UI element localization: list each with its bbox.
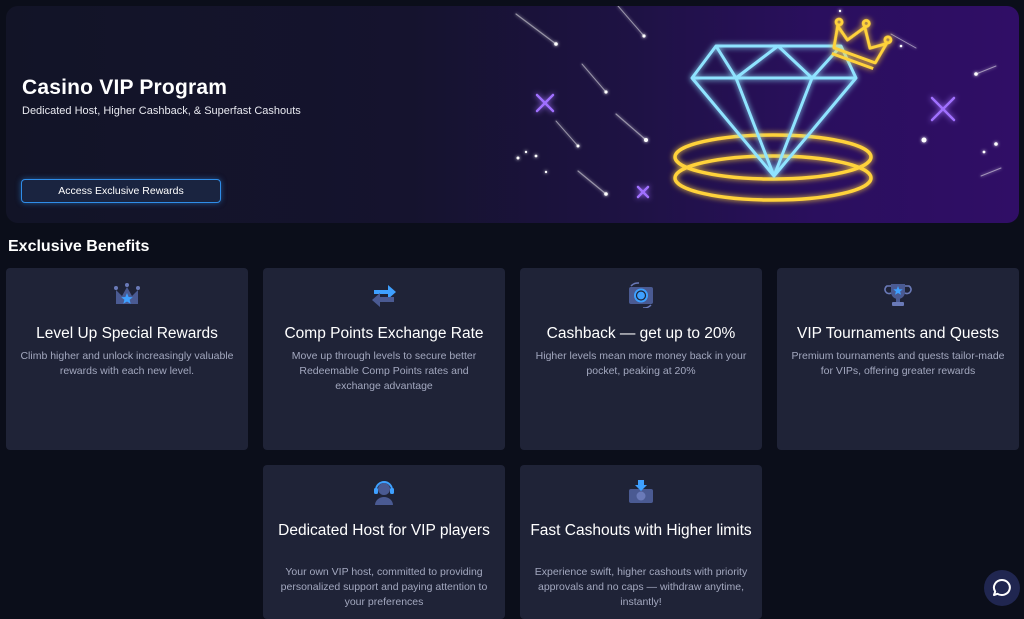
crown-star-icon xyxy=(114,283,140,304)
card-title: Fast Cashouts with Higher limits xyxy=(530,522,752,539)
vip-hero-banner: Casino VIP Program Dedicated Host, Highe… xyxy=(6,6,1019,223)
host-headset-icon xyxy=(374,481,394,505)
neon-diamond-crown-illustration xyxy=(515,6,1002,202)
card-description: Your own VIP host, committed to providin… xyxy=(280,566,488,608)
card-title: Level Up Special Rewards xyxy=(36,325,218,342)
card-description: Move up through levels to secure better … xyxy=(291,350,477,392)
card-title: VIP Tournaments and Quests xyxy=(797,325,999,342)
access-rewards-button[interactable]: Access Exclusive Rewards xyxy=(21,179,221,203)
card-description: Premium tournaments and quests tailor-ma… xyxy=(791,350,1005,377)
benefit-card-cashback: Cashback — get up to 20% Higher levels m… xyxy=(520,268,762,450)
card-description: Higher levels mean more money back in yo… xyxy=(535,350,747,377)
card-title: Dedicated Host for VIP players xyxy=(278,522,490,539)
card-title: Cashback — get up to 20% xyxy=(546,325,736,342)
benefit-card-fast-cashouts: Fast Cashouts with Higher limits Experie… xyxy=(520,465,762,619)
benefit-card-tournaments: VIP Tournaments and Quests Premium tourn… xyxy=(777,268,1019,450)
benefit-card-dedicated-host: Dedicated Host for VIP players Your own … xyxy=(263,465,505,619)
hero-subtitle: Dedicated Host, Higher Cashback, & Super… xyxy=(22,105,301,117)
chat-launcher-button[interactable] xyxy=(984,570,1020,606)
trophy-icon xyxy=(884,284,912,306)
exchange-arrows-icon xyxy=(372,285,396,307)
benefit-card-level-up: Level Up Special Rewards Climb higher an… xyxy=(6,268,248,450)
exclusive-benefits-heading: Exclusive Benefits xyxy=(8,238,150,255)
fast-cashout-icon xyxy=(629,480,653,503)
card-title: Comp Points Exchange Rate xyxy=(284,325,484,342)
cashback-coin-icon xyxy=(629,282,653,308)
card-description: Climb higher and unlock increasingly val… xyxy=(20,350,234,377)
benefit-card-comp-points: Comp Points Exchange Rate Move up throug… xyxy=(263,268,505,450)
chat-bubble-icon xyxy=(992,578,1011,596)
card-description: Experience swift, higher cashouts with p… xyxy=(534,566,748,608)
hero-title: Casino VIP Program xyxy=(22,76,228,99)
